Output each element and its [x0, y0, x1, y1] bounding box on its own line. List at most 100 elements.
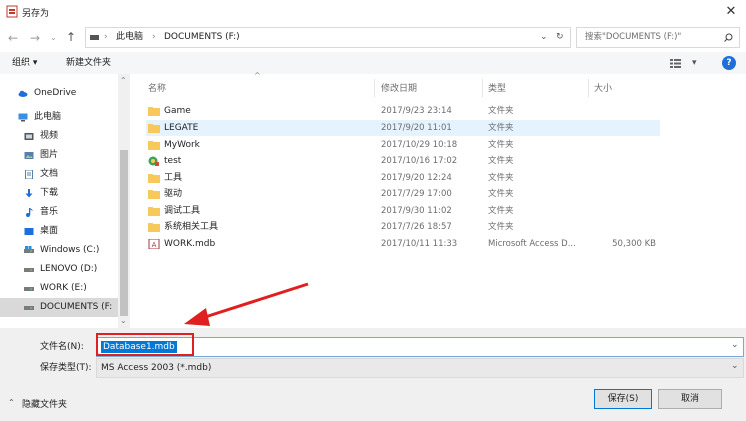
- sidebar-item-this-pc[interactable]: 此电脑: [0, 108, 118, 127]
- file-row[interactable]: test 2017/10/16 17:02 文件夹: [146, 153, 660, 169]
- file-row[interactable]: 工具 2017/9/20 12:24 文件夹: [146, 170, 660, 186]
- close-icon[interactable]: ✕: [722, 3, 740, 21]
- filetype-label: 保存类型(T):: [40, 363, 92, 373]
- sidebar-item-drive-c[interactable]: Windows (C:): [0, 241, 118, 260]
- file-date: 2017/10/29 10:18: [381, 140, 458, 150]
- drive-icon: [24, 268, 34, 272]
- column-header-modified[interactable]: 修改日期: [381, 80, 417, 98]
- column-divider[interactable]: [588, 79, 589, 97]
- special-folder-icon: [148, 156, 159, 166]
- help-icon[interactable]: ?: [722, 56, 736, 70]
- filetype-select[interactable]: MS Access 2003 (*.mdb) ⌄: [96, 358, 744, 378]
- up-arrow-icon[interactable]: ↑: [66, 27, 76, 47]
- file-type: 文件夹: [488, 106, 514, 116]
- search-placeholder: 搜索"DOCUMENTS (F:)": [585, 32, 682, 42]
- command-toolbar: 组织 ▾ 新建文件夹 ▾ ?: [0, 52, 746, 74]
- picture-icon: [24, 152, 34, 159]
- column-divider[interactable]: [482, 79, 483, 97]
- cloud-icon: [18, 90, 28, 97]
- file-type: 文件夹: [488, 206, 514, 216]
- sidebar-item-videos[interactable]: 视频: [0, 127, 118, 146]
- file-name: 系统相关工具: [164, 222, 219, 232]
- file-name: Game: [164, 106, 191, 116]
- music-icon: [26, 208, 33, 217]
- sidebar-item-label: 视频: [40, 131, 59, 141]
- sidebar-scroll-thumb[interactable]: [120, 150, 128, 316]
- folder-icon: [148, 141, 160, 150]
- sidebar-item-drive-e[interactable]: WORK (E:): [0, 279, 118, 298]
- filetype-dropdown-icon[interactable]: ⌄: [731, 361, 739, 371]
- column-divider[interactable]: [374, 79, 375, 97]
- sort-ascending-icon: ^: [254, 71, 261, 80]
- desktop-icon: [24, 228, 34, 235]
- file-name: 调试工具: [164, 206, 201, 216]
- search-icon[interactable]: [724, 33, 733, 42]
- save-button[interactable]: 保存(S): [594, 389, 652, 409]
- annotation-highlight-box: [96, 333, 194, 356]
- back-arrow-icon[interactable]: ←: [8, 28, 18, 48]
- new-folder-button[interactable]: 新建文件夹: [66, 52, 111, 74]
- access-file-icon: A: [148, 239, 160, 249]
- file-name: WORK.mdb: [164, 239, 216, 249]
- scroll-down-icon[interactable]: ⌄: [120, 316, 127, 325]
- hide-folders-toggle[interactable]: 隐藏文件夹: [22, 397, 67, 410]
- recent-dropdown-icon[interactable]: ⌄: [50, 28, 57, 48]
- sidebar-item-pictures[interactable]: 图片: [0, 146, 118, 165]
- folder-icon: [148, 107, 160, 116]
- sidebar-item-music[interactable]: 音乐: [0, 203, 118, 222]
- file-date: 2017/10/16 17:02: [381, 156, 458, 166]
- file-row[interactable]: A WORK.mdb 2017/10/11 11:33 Microsoft Ac…: [146, 236, 660, 252]
- sidebar-item-desktop[interactable]: 桌面: [0, 222, 118, 241]
- sidebar-item-label: Windows (C:): [40, 245, 100, 255]
- filename-dropdown-icon[interactable]: ⌄: [731, 340, 739, 350]
- computer-icon: [18, 113, 28, 122]
- file-row[interactable]: MyWork 2017/10/29 10:18 文件夹: [146, 137, 660, 153]
- forward-arrow-icon[interactable]: →: [30, 28, 40, 48]
- address-dropdown-icon[interactable]: ⌄: [540, 28, 548, 47]
- annotation-arrow-icon: [184, 282, 309, 326]
- organize-menu[interactable]: 组织 ▾: [12, 52, 37, 74]
- file-row[interactable]: 驱动 2017/7/29 17:00 文件夹: [146, 186, 660, 202]
- drive-icon: [24, 246, 34, 253]
- sidebar-item-downloads[interactable]: 下载: [0, 184, 118, 203]
- scroll-up-icon[interactable]: ⌃: [120, 76, 127, 85]
- view-options-icon[interactable]: [670, 59, 681, 68]
- file-date: 2017/7/29 17:00: [381, 189, 452, 199]
- file-type: 文件夹: [488, 140, 514, 150]
- view-dropdown-icon[interactable]: ▾: [692, 52, 697, 74]
- file-name: LEGATE: [164, 123, 199, 133]
- column-header-name[interactable]: 名称: [148, 80, 166, 98]
- sidebar-item-label: 桌面: [40, 226, 59, 236]
- search-input[interactable]: 搜索"DOCUMENTS (F:)": [576, 27, 740, 48]
- file-date: 2017/9/23 23:14: [381, 106, 452, 116]
- sidebar-item-label: WORK (E:): [40, 283, 87, 293]
- file-date: 2017/9/20 11:01: [381, 123, 452, 133]
- address-bar[interactable]: › 此电脑 › DOCUMENTS (F:) ⌄ ↻: [85, 27, 571, 48]
- file-row[interactable]: LEGATE 2017/9/20 11:01 文件夹: [146, 120, 660, 136]
- breadcrumb-this-pc[interactable]: 此电脑: [116, 28, 143, 47]
- download-icon: [25, 189, 33, 198]
- folder-icon: [148, 207, 160, 216]
- sidebar-item-drive-f[interactable]: DOCUMENTS (F:: [0, 298, 118, 317]
- folder-icon: [148, 223, 160, 232]
- refresh-icon[interactable]: ↻: [556, 28, 564, 47]
- column-header-size[interactable]: 大小: [594, 80, 612, 98]
- file-row[interactable]: Game 2017/9/23 23:14 文件夹: [146, 103, 660, 119]
- breadcrumb-documents[interactable]: DOCUMENTS (F:): [164, 28, 240, 47]
- sidebar-item-documents[interactable]: 文档: [0, 165, 118, 184]
- collapse-chevron-icon[interactable]: ⌃: [8, 398, 15, 407]
- folder-icon: [148, 124, 160, 133]
- app-icon: [6, 5, 18, 18]
- column-header-type[interactable]: 类型: [488, 80, 506, 98]
- file-type: 文件夹: [488, 123, 514, 133]
- sidebar-item-onedrive[interactable]: OneDrive: [0, 84, 118, 103]
- sidebar-item-label: DOCUMENTS (F:: [40, 302, 113, 312]
- cancel-button[interactable]: 取消: [658, 389, 722, 409]
- file-type: 文件夹: [488, 189, 514, 199]
- file-row[interactable]: 系统相关工具 2017/7/26 18:57 文件夹: [146, 219, 660, 235]
- svg-text:A: A: [152, 241, 157, 249]
- breadcrumb-separator: ›: [104, 32, 108, 42]
- file-row[interactable]: 调试工具 2017/9/30 11:02 文件夹: [146, 203, 660, 219]
- document-icon: [25, 170, 33, 179]
- sidebar-item-drive-d[interactable]: LENOVO (D:): [0, 260, 118, 279]
